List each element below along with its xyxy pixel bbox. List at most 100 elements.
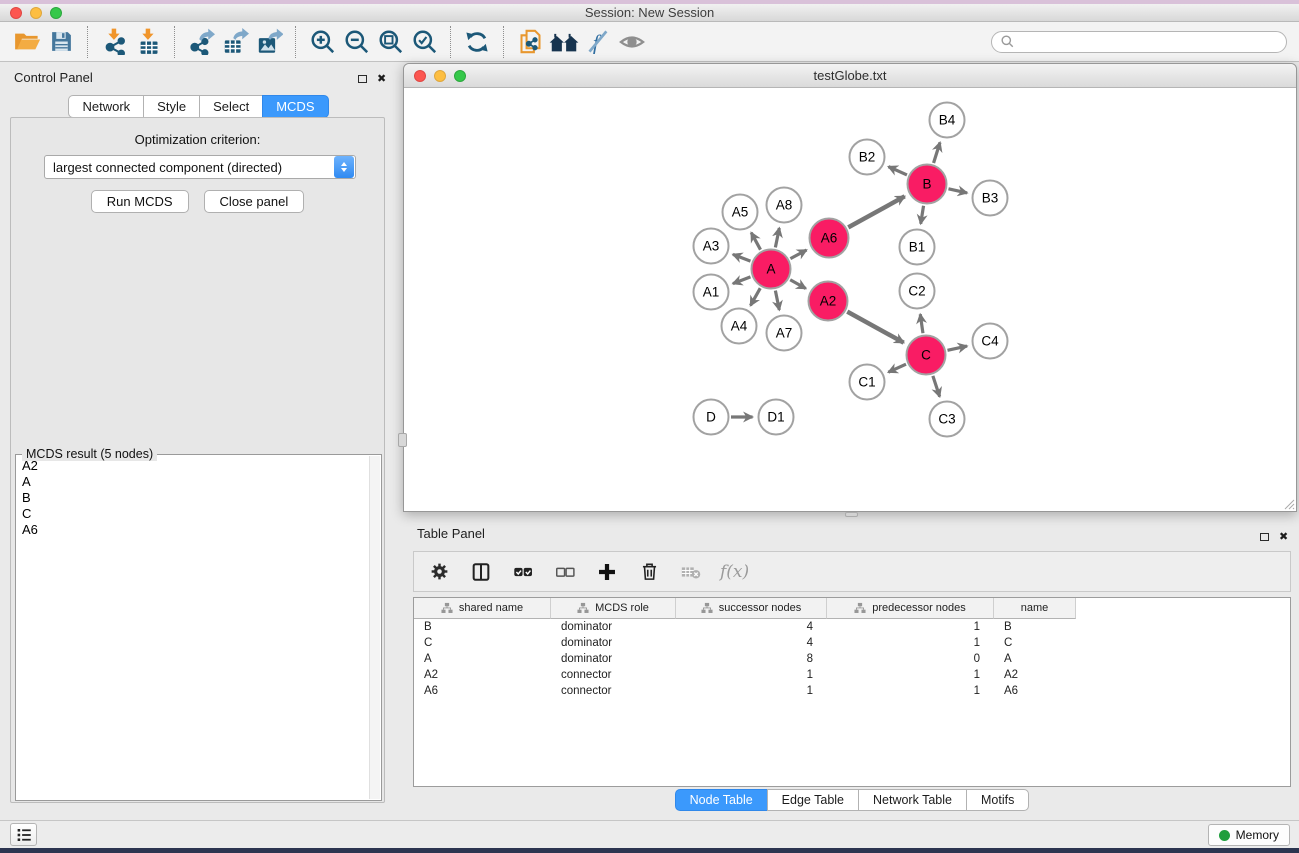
deselect-all-rows-button[interactable] [552, 559, 578, 585]
run-mcds-button[interactable]: Run MCDS [91, 190, 189, 213]
show-columns-button[interactable] [468, 559, 494, 585]
graph-edge-B-B3[interactable] [948, 189, 967, 193]
export-table-button[interactable] [218, 26, 252, 58]
close-window-button[interactable] [10, 7, 22, 19]
graph-node-A4[interactable]: A4 [722, 309, 757, 344]
tab-select[interactable]: Select [199, 95, 263, 118]
open-file-button[interactable] [10, 26, 44, 58]
graph-node-B3[interactable]: B3 [973, 181, 1008, 216]
tab-network-table[interactable]: Network Table [858, 789, 967, 811]
graph-node-C4[interactable]: C4 [973, 324, 1008, 359]
graph-edge-C-C4[interactable] [947, 346, 967, 350]
graph-node-C[interactable]: C [907, 336, 946, 375]
graph-node-B[interactable]: B [908, 165, 947, 204]
graph-node-A3[interactable]: A3 [694, 229, 729, 264]
graph-node-A7[interactable]: A7 [767, 316, 802, 351]
search-box[interactable] [991, 31, 1287, 53]
splitter-handle[interactable] [398, 433, 407, 447]
column-header-successor-nodes[interactable]: successor nodes [676, 598, 827, 619]
table-row[interactable]: A6connector11A6 [414, 683, 1290, 699]
delete-column-button[interactable] [636, 559, 662, 585]
task-history-button[interactable] [10, 823, 37, 846]
zoom-window-button[interactable] [50, 7, 62, 19]
graph-node-A6[interactable]: A6 [810, 219, 849, 258]
network-canvas[interactable]: B4B2BB3A8A5A6A3B1AA1C2A2A4A7C4CC1DD1C3 [404, 88, 1296, 511]
graph-node-B4[interactable]: B4 [930, 103, 965, 138]
import-table-button[interactable] [131, 26, 165, 58]
graph-edge-C-C3[interactable] [933, 376, 940, 397]
graph-node-C3[interactable]: C3 [930, 402, 965, 437]
float-panel-icon[interactable] [358, 70, 367, 88]
minimize-window-button[interactable] [30, 7, 42, 19]
result-item[interactable]: A6 [17, 522, 368, 538]
close-panel-button[interactable]: Close panel [204, 190, 305, 213]
graph-node-D1[interactable]: D1 [759, 400, 794, 435]
graph-edge-A-A8[interactable] [775, 228, 779, 247]
graph-edge-B-B4[interactable] [934, 142, 940, 163]
delete-table-button[interactable] [678, 559, 704, 585]
close-panel-icon[interactable]: ✖ [1279, 532, 1288, 542]
column-header-MCDS-role[interactable]: MCDS role [551, 598, 676, 619]
select-all-rows-button[interactable] [510, 559, 536, 585]
zoom-fit-button[interactable] [373, 26, 407, 58]
close-panel-icon[interactable]: ✖ [377, 74, 386, 84]
hide-graphics-details-button[interactable]: f [581, 26, 615, 58]
graph-node-A[interactable]: A [752, 250, 791, 289]
graph-edge-C-C1[interactable] [888, 364, 906, 372]
column-header-name[interactable]: name [994, 598, 1076, 619]
graph-edge-A-A5[interactable] [751, 233, 760, 250]
table-settings-button[interactable] [426, 559, 452, 585]
graph-node-C1[interactable]: C1 [850, 365, 885, 400]
splitter-handle[interactable] [845, 512, 858, 517]
import-network-button[interactable] [97, 26, 131, 58]
graph-node-A8[interactable]: A8 [767, 188, 802, 223]
column-header-predecessor-nodes[interactable]: predecessor nodes [827, 598, 994, 619]
tab-node-table[interactable]: Node Table [675, 789, 768, 811]
result-item[interactable]: A [17, 474, 368, 490]
zoom-out-button[interactable] [339, 26, 373, 58]
graph-edge-A-A4[interactable] [751, 288, 761, 305]
graph-edge-A-A1[interactable] [733, 277, 751, 284]
graph-edge-A6-B[interactable] [848, 196, 904, 227]
graph-edge-A-A2[interactable] [790, 280, 806, 289]
save-session-button[interactable] [44, 26, 78, 58]
graph-edge-A-A7[interactable] [775, 291, 779, 310]
result-item[interactable]: B [17, 490, 368, 506]
tab-mcds[interactable]: MCDS [262, 95, 328, 118]
tab-style[interactable]: Style [143, 95, 200, 118]
zoom-in-button[interactable] [305, 26, 339, 58]
graph-edge-B-B1[interactable] [921, 206, 924, 224]
graph-edge-B-B2[interactable] [888, 167, 907, 175]
result-list-scrollbar[interactable] [369, 456, 380, 799]
graph-node-C2[interactable]: C2 [900, 274, 935, 309]
graph-node-B1[interactable]: B1 [900, 230, 935, 265]
zoom-view-button[interactable] [454, 70, 466, 82]
result-item[interactable]: C [17, 506, 368, 522]
float-panel-icon[interactable] [1260, 528, 1269, 546]
tab-edge-table[interactable]: Edge Table [767, 789, 859, 811]
function-builder-button[interactable]: f(x) [720, 562, 749, 582]
network-window-titlebar[interactable]: testGlobe.txt [404, 64, 1296, 88]
graph-node-A1[interactable]: A1 [694, 275, 729, 310]
memory-button[interactable]: Memory [1208, 824, 1290, 846]
first-neighbors-button[interactable] [547, 26, 581, 58]
search-input[interactable] [1019, 35, 1278, 49]
refresh-button[interactable] [460, 26, 494, 58]
result-item[interactable]: A2 [17, 458, 368, 474]
add-column-button[interactable] [594, 559, 620, 585]
tab-motifs[interactable]: Motifs [966, 789, 1029, 811]
graph-edge-C-C2[interactable] [920, 314, 923, 333]
tab-network[interactable]: Network [68, 95, 144, 118]
close-view-button[interactable] [414, 70, 426, 82]
table-row[interactable]: Adominator80A [414, 651, 1290, 667]
export-network-button[interactable] [184, 26, 218, 58]
graph-node-D[interactable]: D [694, 400, 729, 435]
column-header-shared-name[interactable]: shared name [414, 598, 551, 619]
criterion-dropdown[interactable]: largest connected component (directed) [44, 155, 356, 179]
show-view-button[interactable] [615, 26, 649, 58]
export-image-button[interactable] [252, 26, 286, 58]
table-row[interactable]: A2connector11A2 [414, 667, 1290, 683]
zoom-selected-button[interactable] [407, 26, 441, 58]
minimize-view-button[interactable] [434, 70, 446, 82]
graph-edge-A2-C[interactable] [847, 312, 903, 343]
